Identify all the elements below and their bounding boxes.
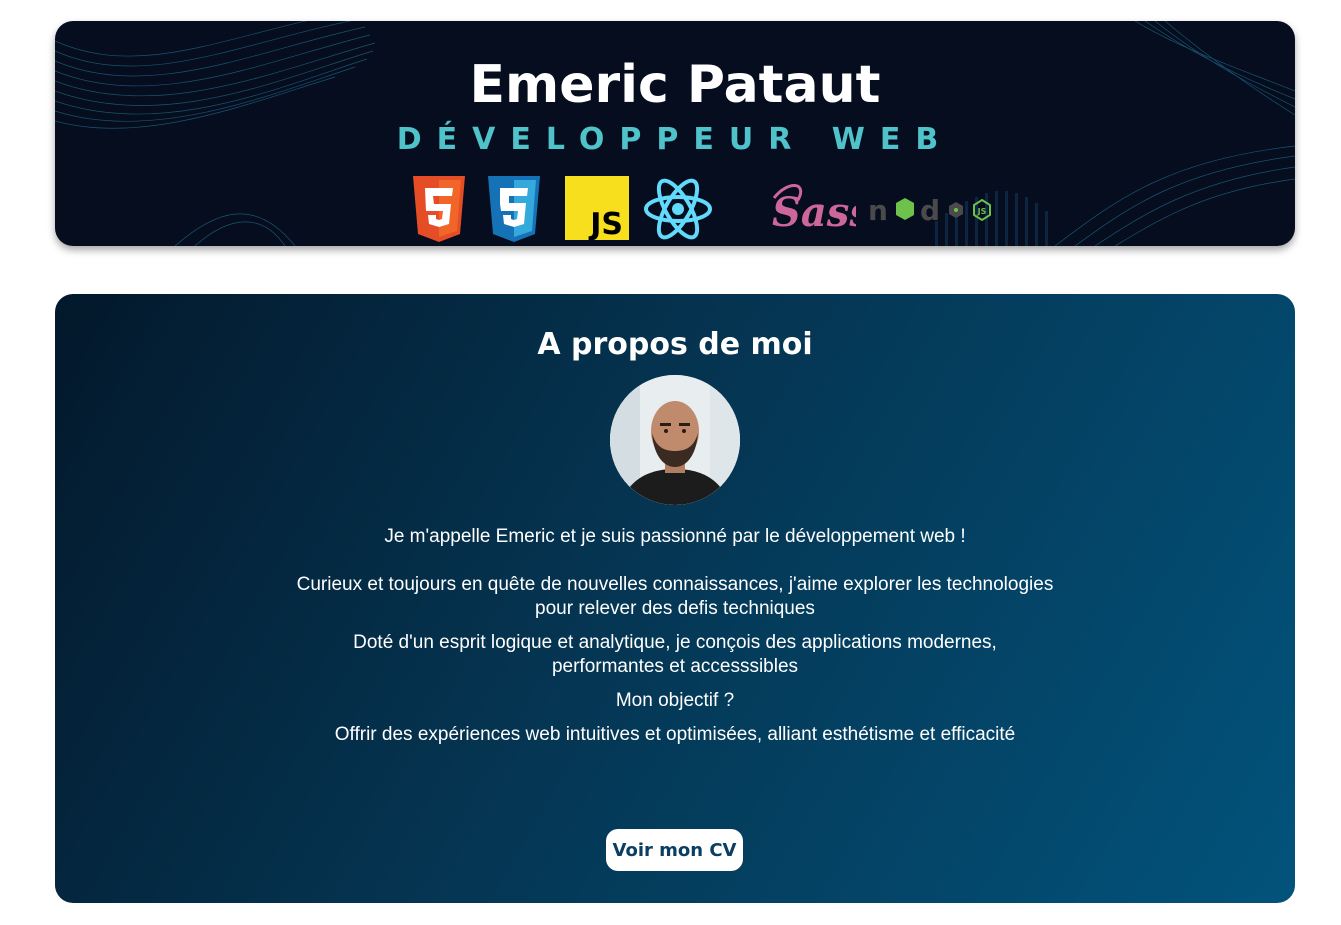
- profile-photo: [610, 375, 740, 505]
- job-subtitle: DÉVELOPPEUR WEB: [396, 122, 954, 157]
- svg-text:JS: JS: [588, 207, 623, 240]
- html5-icon: [413, 176, 465, 242]
- about-section: A propos de moi Je m'appelle Emeric et j…: [55, 294, 1295, 903]
- view-cv-button[interactable]: Voir mon CV: [606, 829, 743, 871]
- person-portrait-image: [610, 375, 740, 505]
- objective-question: Mon objectif ?: [615, 690, 735, 711]
- objective-paragraph: Offrir des expériences web intuitives et…: [334, 724, 1016, 745]
- intro-paragraph: Je m'appelle Emeric et je suis passionné…: [384, 526, 966, 547]
- skills-paragraph: Doté d'un esprit logique et analytique, …: [353, 632, 997, 677]
- svg-text:d: d: [920, 194, 940, 227]
- curiosity-paragraph: Curieux et toujours en quête de nouvelle…: [296, 574, 1054, 619]
- developer-name-title: Emeric Pataut: [469, 55, 881, 115]
- svg-text:Sass: Sass: [772, 189, 856, 236]
- tech-logos: JS Sass n d JS: [410, 176, 991, 244]
- about-title: A propos de moi: [537, 327, 813, 362]
- header-banner: Emeric Pataut DÉVELOPPEUR WEB JS Sas n d…: [55, 21, 1295, 246]
- svg-text:n: n: [868, 194, 888, 227]
- nodejs-icon: n d JS: [868, 194, 991, 227]
- javascript-icon: JS: [565, 176, 629, 240]
- sass-icon: Sass: [772, 184, 856, 236]
- css3-icon: [488, 176, 540, 242]
- react-icon: [644, 178, 712, 240]
- svg-text:JS: JS: [977, 207, 987, 216]
